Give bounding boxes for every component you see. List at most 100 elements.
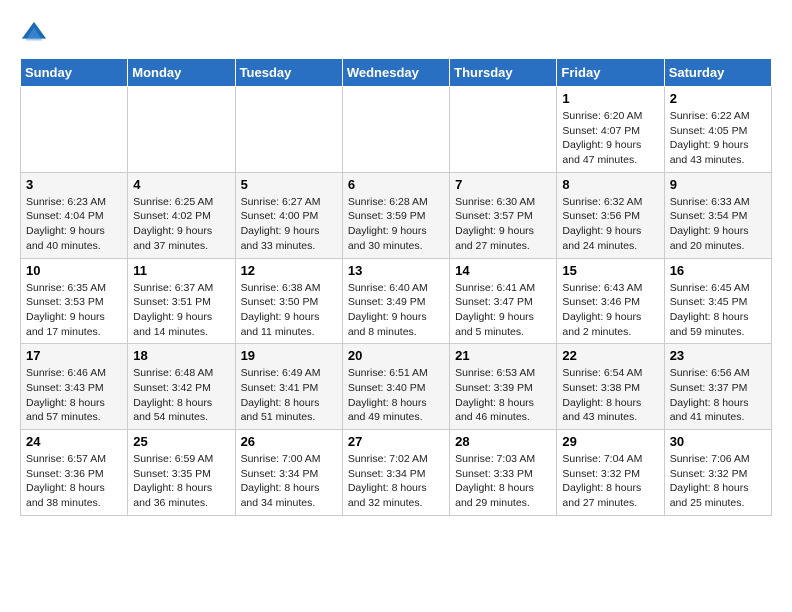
calendar-week-1: 1 Sunrise: 6:20 AMSunset: 4:07 PMDaylight… <box>21 87 772 173</box>
day-info: Sunrise: 7:03 AMSunset: 3:33 PMDaylight:… <box>455 452 551 511</box>
weekday-header-sunday: Sunday <box>21 59 128 87</box>
day-number: 19 <box>241 348 337 363</box>
day-info: Sunrise: 6:40 AMSunset: 3:49 PMDaylight:… <box>348 281 444 340</box>
calendar-cell: 24 Sunrise: 6:57 AMSunset: 3:36 PMDayligh… <box>21 430 128 516</box>
day-info: Sunrise: 7:04 AMSunset: 3:32 PMDaylight:… <box>562 452 658 511</box>
calendar-cell <box>450 87 557 173</box>
day-info: Sunrise: 6:27 AMSunset: 4:00 PMDaylight:… <box>241 195 337 254</box>
day-info: Sunrise: 6:22 AMSunset: 4:05 PMDaylight:… <box>670 109 766 168</box>
day-info: Sunrise: 7:00 AMSunset: 3:34 PMDaylight:… <box>241 452 337 511</box>
day-number: 2 <box>670 91 766 106</box>
calendar-cell <box>342 87 449 173</box>
day-number: 4 <box>133 177 229 192</box>
day-number: 1 <box>562 91 658 106</box>
day-info: Sunrise: 6:53 AMSunset: 3:39 PMDaylight:… <box>455 366 551 425</box>
calendar-week-3: 10 Sunrise: 6:35 AMSunset: 3:53 PMDayligh… <box>21 258 772 344</box>
calendar-cell: 5Sunrise: 6:27 AMSunset: 4:00 PMDaylight… <box>235 172 342 258</box>
day-number: 26 <box>241 434 337 449</box>
logo-icon <box>20 20 48 48</box>
day-info: Sunrise: 6:46 AMSunset: 3:43 PMDaylight:… <box>26 366 122 425</box>
calendar-cell: 30 Sunrise: 7:06 AMSunset: 3:32 PMDayligh… <box>664 430 771 516</box>
day-info: Sunrise: 6:38 AMSunset: 3:50 PMDaylight:… <box>241 281 337 340</box>
calendar-cell: 4 Sunrise: 6:25 AMSunset: 4:02 PMDaylight… <box>128 172 235 258</box>
calendar-cell: 18 Sunrise: 6:48 AMSunset: 3:42 PMDayligh… <box>128 344 235 430</box>
calendar-cell: 25Sunrise: 6:59 AMSunset: 3:35 PMDayligh… <box>128 430 235 516</box>
day-number: 9 <box>670 177 766 192</box>
weekday-header-wednesday: Wednesday <box>342 59 449 87</box>
calendar-cell: 2 Sunrise: 6:22 AMSunset: 4:05 PMDaylight… <box>664 87 771 173</box>
calendar-cell <box>21 87 128 173</box>
day-info: Sunrise: 6:57 AMSunset: 3:36 PMDaylight:… <box>26 452 122 511</box>
day-info: Sunrise: 6:54 AMSunset: 3:38 PMDaylight:… <box>562 366 658 425</box>
calendar-cell: 7Sunrise: 6:30 AMSunset: 3:57 PMDaylight… <box>450 172 557 258</box>
day-number: 24 <box>26 434 122 449</box>
day-info: Sunrise: 6:49 AMSunset: 3:41 PMDaylight:… <box>241 366 337 425</box>
calendar-cell: 19 Sunrise: 6:49 AMSunset: 3:41 PMDayligh… <box>235 344 342 430</box>
day-number: 8 <box>562 177 658 192</box>
day-number: 11 <box>133 263 229 278</box>
calendar-cell: 23Sunrise: 6:56 AMSunset: 3:37 PMDayligh… <box>664 344 771 430</box>
day-info: Sunrise: 7:02 AMSunset: 3:34 PMDaylight:… <box>348 452 444 511</box>
day-info: Sunrise: 7:06 AMSunset: 3:32 PMDaylight:… <box>670 452 766 511</box>
calendar-cell: 26 Sunrise: 7:00 AMSunset: 3:34 PMDayligh… <box>235 430 342 516</box>
day-info: Sunrise: 6:48 AMSunset: 3:42 PMDaylight:… <box>133 366 229 425</box>
day-info: Sunrise: 6:43 AMSunset: 3:46 PMDaylight:… <box>562 281 658 340</box>
day-number: 17 <box>26 348 122 363</box>
calendar-cell: 21 Sunrise: 6:53 AMSunset: 3:39 PMDayligh… <box>450 344 557 430</box>
calendar-table: SundayMondayTuesdayWednesdayThursdayFrid… <box>20 58 772 516</box>
day-number: 30 <box>670 434 766 449</box>
day-info: Sunrise: 6:28 AMSunset: 3:59 PMDaylight:… <box>348 195 444 254</box>
calendar-cell: 6 Sunrise: 6:28 AMSunset: 3:59 PMDaylight… <box>342 172 449 258</box>
day-number: 6 <box>348 177 444 192</box>
day-number: 29 <box>562 434 658 449</box>
day-number: 27 <box>348 434 444 449</box>
page-header <box>20 20 772 48</box>
calendar-cell <box>235 87 342 173</box>
day-info: Sunrise: 6:37 AMSunset: 3:51 PMDaylight:… <box>133 281 229 340</box>
day-info: Sunrise: 6:41 AMSunset: 3:47 PMDaylight:… <box>455 281 551 340</box>
day-info: Sunrise: 6:45 AMSunset: 3:45 PMDaylight:… <box>670 281 766 340</box>
day-number: 12 <box>241 263 337 278</box>
calendar-week-2: 3 Sunrise: 6:23 AMSunset: 4:04 PMDaylight… <box>21 172 772 258</box>
calendar-week-4: 17 Sunrise: 6:46 AMSunset: 3:43 PMDayligh… <box>21 344 772 430</box>
logo <box>20 20 52 48</box>
calendar-cell: 11 Sunrise: 6:37 AMSunset: 3:51 PMDayligh… <box>128 258 235 344</box>
day-number: 22 <box>562 348 658 363</box>
calendar-cell: 16 Sunrise: 6:45 AMSunset: 3:45 PMDayligh… <box>664 258 771 344</box>
calendar-cell: 13 Sunrise: 6:40 AMSunset: 3:49 PMDayligh… <box>342 258 449 344</box>
day-number: 16 <box>670 263 766 278</box>
day-info: Sunrise: 6:23 AMSunset: 4:04 PMDaylight:… <box>26 195 122 254</box>
day-info: Sunrise: 6:25 AMSunset: 4:02 PMDaylight:… <box>133 195 229 254</box>
day-number: 23 <box>670 348 766 363</box>
calendar-cell: 27 Sunrise: 7:02 AMSunset: 3:34 PMDayligh… <box>342 430 449 516</box>
day-number: 10 <box>26 263 122 278</box>
day-info: Sunrise: 6:35 AMSunset: 3:53 PMDaylight:… <box>26 281 122 340</box>
calendar-cell: 8Sunrise: 6:32 AMSunset: 3:56 PMDaylight… <box>557 172 664 258</box>
weekday-header-saturday: Saturday <box>664 59 771 87</box>
calendar-cell: 20Sunrise: 6:51 AMSunset: 3:40 PMDayligh… <box>342 344 449 430</box>
day-number: 15 <box>562 263 658 278</box>
weekday-header-tuesday: Tuesday <box>235 59 342 87</box>
calendar-cell: 17 Sunrise: 6:46 AMSunset: 3:43 PMDayligh… <box>21 344 128 430</box>
day-number: 13 <box>348 263 444 278</box>
calendar-cell: 1 Sunrise: 6:20 AMSunset: 4:07 PMDaylight… <box>557 87 664 173</box>
day-number: 7 <box>455 177 551 192</box>
calendar-cell: 28 Sunrise: 7:03 AMSunset: 3:33 PMDayligh… <box>450 430 557 516</box>
calendar-week-5: 24 Sunrise: 6:57 AMSunset: 3:36 PMDayligh… <box>21 430 772 516</box>
calendar-cell: 22 Sunrise: 6:54 AMSunset: 3:38 PMDayligh… <box>557 344 664 430</box>
day-number: 3 <box>26 177 122 192</box>
day-number: 21 <box>455 348 551 363</box>
day-number: 20 <box>348 348 444 363</box>
calendar-cell: 14 Sunrise: 6:41 AMSunset: 3:47 PMDayligh… <box>450 258 557 344</box>
calendar-cell: 29 Sunrise: 7:04 AMSunset: 3:32 PMDayligh… <box>557 430 664 516</box>
day-number: 25 <box>133 434 229 449</box>
calendar-cell: 12 Sunrise: 6:38 AMSunset: 3:50 PMDayligh… <box>235 258 342 344</box>
day-number: 28 <box>455 434 551 449</box>
day-number: 14 <box>455 263 551 278</box>
day-number: 18 <box>133 348 229 363</box>
weekday-header-friday: Friday <box>557 59 664 87</box>
day-info: Sunrise: 6:20 AMSunset: 4:07 PMDaylight:… <box>562 109 658 168</box>
calendar-cell: 10 Sunrise: 6:35 AMSunset: 3:53 PMDayligh… <box>21 258 128 344</box>
weekday-header-thursday: Thursday <box>450 59 557 87</box>
calendar-cell: 15 Sunrise: 6:43 AMSunset: 3:46 PMDayligh… <box>557 258 664 344</box>
